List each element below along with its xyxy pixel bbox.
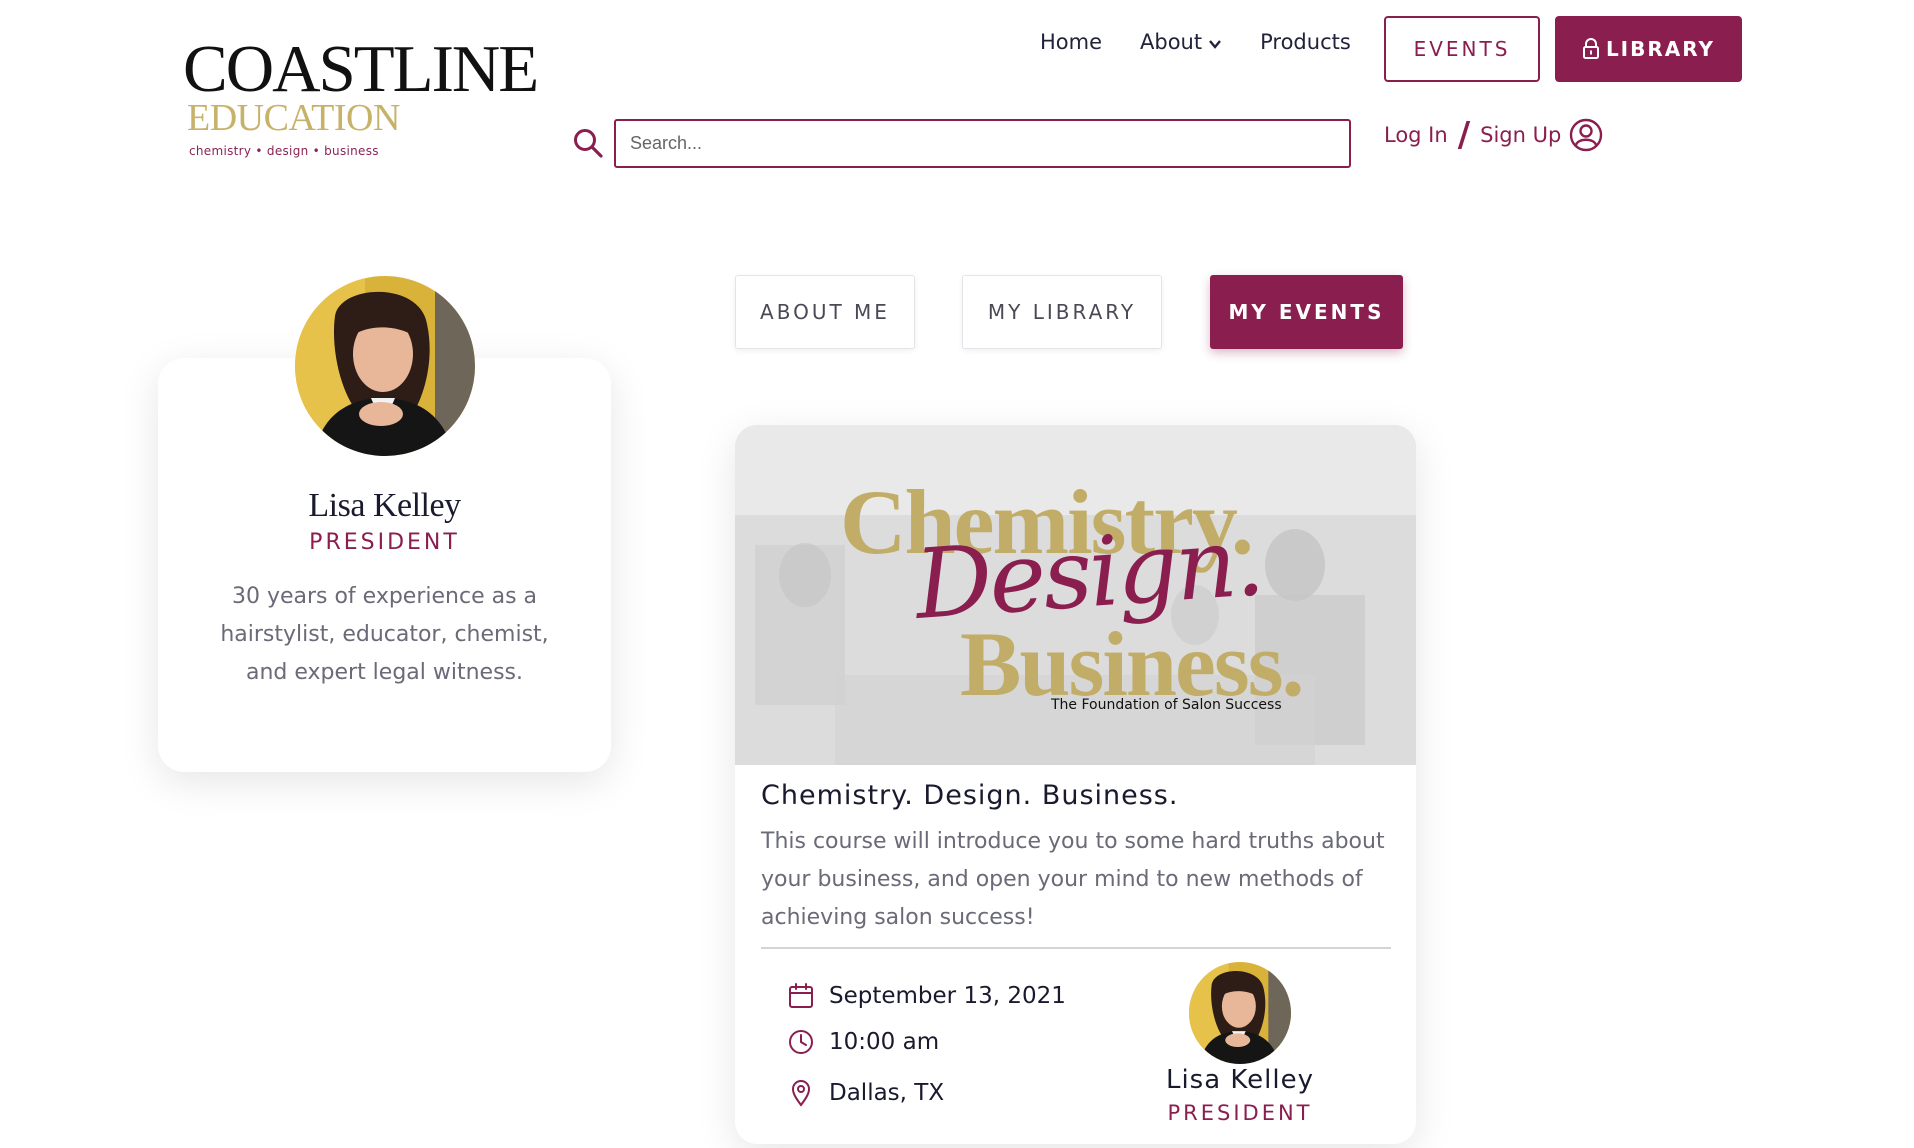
tab-about-me-label: ABOUT ME <box>760 300 890 324</box>
event-divider <box>761 947 1391 949</box>
banner-tagline: The Foundation of Salon Success <box>1051 697 1282 713</box>
nav-home[interactable]: Home <box>1040 30 1102 54</box>
brand-logo[interactable]: COASTLINE EDUCATION chemistry • design •… <box>183 32 543 159</box>
clock-icon <box>789 1030 813 1054</box>
tab-my-events-label: MY EVENTS <box>1228 300 1385 324</box>
event-banner-image[interactable]: Chemistry. Design. Business. The Foundat… <box>735 425 1416 765</box>
main-nav: Home About Products <box>1040 30 1351 54</box>
brand-tagline: chemistry • design • business <box>189 144 379 158</box>
search-icon[interactable] <box>572 127 604 159</box>
nav-products[interactable]: Products <box>1260 30 1351 54</box>
profile-role: PRESIDENT <box>309 530 460 555</box>
chevron-down-icon <box>1209 40 1222 49</box>
profile-avatar <box>295 276 475 456</box>
host-name[interactable]: Lisa Kelley <box>1135 1065 1345 1095</box>
nav-about[interactable]: About <box>1140 30 1222 54</box>
event-location: Dallas, TX <box>829 1080 945 1106</box>
library-button-label: LIBRARY <box>1605 37 1716 61</box>
event-card[interactable]: Chemistry. Design. Business. The Foundat… <box>735 425 1416 1144</box>
tab-my-library-label: MY LIBRARY <box>987 300 1137 324</box>
event-description: This course will introduce you to some h… <box>761 829 1385 930</box>
lock-icon <box>1582 38 1599 59</box>
tab-my-library[interactable]: MY LIBRARY <box>962 275 1162 349</box>
brand-name: COASTLINE <box>183 32 539 106</box>
event-title[interactable]: Chemistry. Design. Business. <box>761 780 1178 811</box>
library-button[interactable]: LIBRARY <box>1555 16 1742 82</box>
user-icon[interactable] <box>1569 118 1603 152</box>
signup-link[interactable]: Sign Up <box>1480 123 1561 147</box>
calendar-icon <box>789 983 813 1008</box>
tab-about-me[interactable]: ABOUT ME <box>735 275 915 349</box>
nav-home-label: Home <box>1040 30 1103 54</box>
profile-bio: 30 years of experience as a hairstylist,… <box>220 584 549 685</box>
events-button-label: EVENTS <box>1413 37 1511 61</box>
auth-links: Log In / Sign Up <box>1384 118 1603 152</box>
map-pin-icon <box>791 1080 811 1107</box>
profile-name: Lisa Kelley <box>308 487 461 524</box>
event-location-row: Dallas, TX <box>787 1079 944 1107</box>
event-time-row: 10:00 am <box>787 1028 939 1056</box>
auth-separator: / <box>1457 115 1471 155</box>
event-date-row: September 13, 2021 <box>787 982 1066 1010</box>
search-input[interactable] <box>614 119 1351 168</box>
nav-about-label: About <box>1140 30 1203 54</box>
events-button[interactable]: EVENTS <box>1384 16 1540 82</box>
login-link[interactable]: Log In <box>1384 123 1448 147</box>
host-avatar[interactable] <box>1189 962 1291 1064</box>
event-date: September 13, 2021 <box>829 983 1066 1009</box>
host-role: PRESIDENT <box>1167 1101 1313 1125</box>
event-time: 10:00 am <box>829 1029 940 1055</box>
tab-my-events[interactable]: MY EVENTS <box>1210 275 1403 349</box>
nav-products-label: Products <box>1260 30 1351 54</box>
